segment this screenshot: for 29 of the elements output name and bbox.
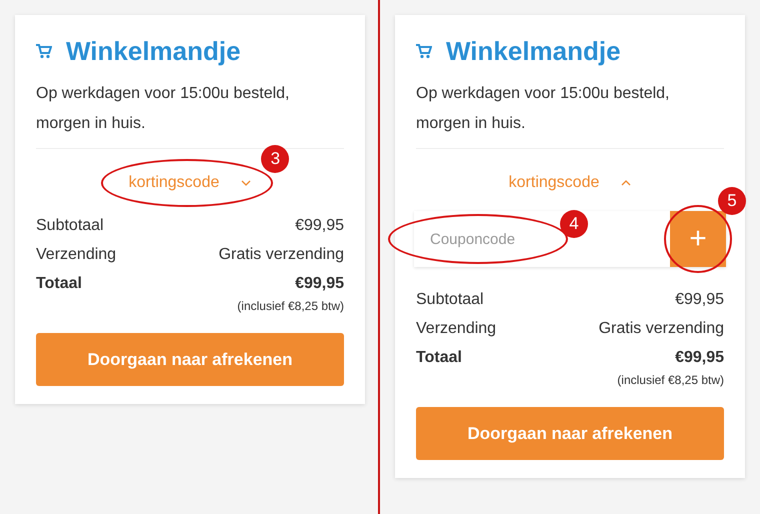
cart-icon bbox=[36, 44, 52, 58]
summary-value: €99,95 bbox=[295, 216, 344, 236]
summary-value: €99,95 bbox=[295, 274, 344, 294]
coupon-toggle[interactable]: kortingscode bbox=[128, 171, 252, 195]
tax-note: (inclusief €8,25 btw) bbox=[617, 372, 724, 388]
add-coupon-button[interactable]: + bbox=[670, 211, 726, 267]
delivery-note: Op werkdagen voor 15:00u besteld, morgen in huis. bbox=[36, 84, 290, 134]
checkout-button[interactable]: Doorgaan naar afrekenen bbox=[36, 333, 344, 386]
cart-icon bbox=[416, 44, 432, 58]
summary-label: Totaal bbox=[36, 274, 82, 294]
checkout-button[interactable]: Doorgaan naar afrekenen bbox=[416, 407, 724, 460]
annotation-badge: 3 bbox=[261, 145, 290, 173]
summary-label: Subtotaal bbox=[36, 216, 104, 236]
summary-label: Subtotaal bbox=[416, 290, 484, 310]
summary-label: Verzending bbox=[416, 319, 496, 339]
cart-title: Winkelmandje bbox=[446, 34, 621, 68]
summary-value: Gratis verzending bbox=[218, 245, 344, 265]
delivery-note: Op werkdagen voor 15:00u besteld, morgen in huis. bbox=[416, 84, 670, 134]
chevron-up-icon bbox=[621, 180, 632, 186]
chevron-down-icon bbox=[241, 180, 252, 186]
tax-note: (inclusief €8,25 btw) bbox=[237, 298, 344, 314]
annotation-badge: 5 bbox=[718, 187, 746, 215]
summary-label: Verzending bbox=[36, 245, 116, 265]
summary-value: €99,95 bbox=[675, 290, 724, 310]
summary-value: €99,95 bbox=[675, 348, 724, 368]
coupon-toggle[interactable]: kortingscode bbox=[508, 171, 632, 195]
summary-value: Gratis verzending bbox=[598, 319, 724, 339]
cart-title: Winkelmandje bbox=[66, 34, 241, 68]
summary-label: Totaal bbox=[416, 348, 462, 368]
